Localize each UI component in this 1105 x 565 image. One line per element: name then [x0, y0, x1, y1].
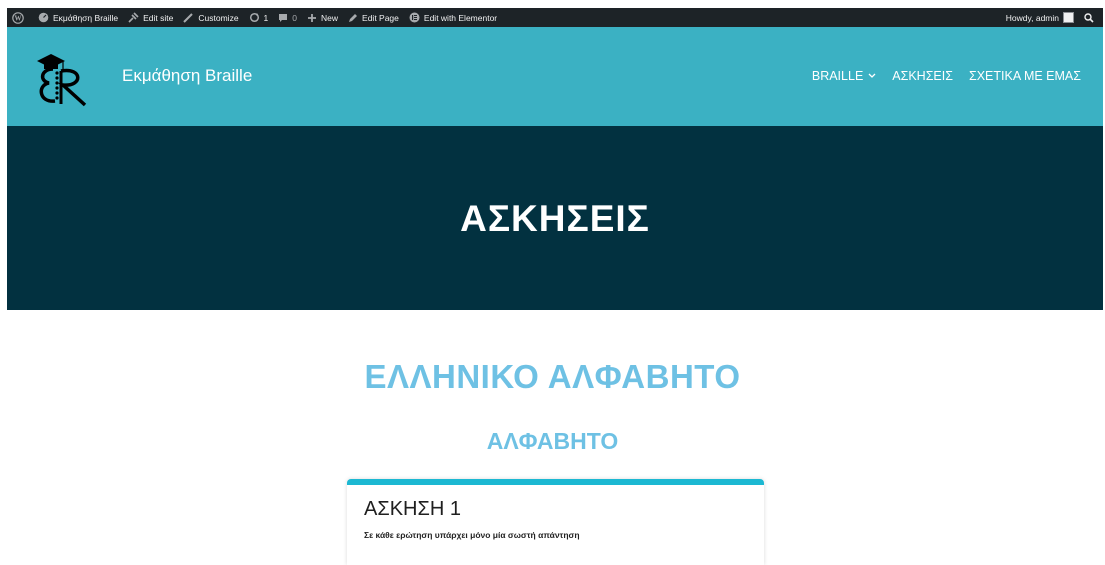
search-icon	[1084, 12, 1094, 23]
hero-banner: ΑΣΚΗΣΕΙΣ	[7, 126, 1103, 310]
updates-menu[interactable]: 1	[244, 8, 274, 27]
edit-site-icon	[128, 12, 139, 23]
nav-item-exercises[interactable]: ΑΣΚΗΣΕΙΣ	[892, 69, 953, 83]
new-label: New	[321, 12, 339, 23]
customize-label: Customize	[198, 12, 239, 23]
admin-bar: W Εκμάθηση Braille Edit site Customize 1…	[7, 8, 1103, 27]
site-header: Εκμάθηση Braille BRAILLE ΑΣΚΗΣΕΙΣ ΣΧΕΤΙΚ…	[7, 27, 1103, 126]
nav-item-about[interactable]: ΣΧΕΤΙΚΑ ΜΕ ΕΜΑΣ	[969, 69, 1081, 83]
howdy-label: Howdy, admin	[1005, 12, 1059, 23]
edit-site-menu[interactable]: Edit site	[123, 8, 178, 27]
chevron-down-icon	[868, 73, 876, 78]
nav-item-braille[interactable]: BRAILLE	[812, 69, 876, 83]
customize-icon	[183, 13, 194, 23]
site-name-menu[interactable]: Εκμάθηση Braille	[33, 8, 123, 27]
section-heading: ΕΛΛΗΝΙΚΟ ΑΛΦΑΒΗΤΟ	[364, 358, 741, 395]
quiz-card: ΑΣΚΗΣΗ 1 Σε κάθε ερώτηση υπάρχει μόνο μί…	[347, 479, 764, 565]
edit-page-label: Edit Page	[362, 12, 399, 23]
comments-count: 0	[292, 12, 298, 23]
site-title[interactable]: Εκμάθηση Braille	[122, 66, 252, 86]
elementor-menu[interactable]: Edit with Elementor	[404, 8, 502, 27]
admin-search[interactable]	[1079, 8, 1103, 27]
nav-exercises-label: ΑΣΚΗΣΕΙΣ	[892, 69, 953, 83]
edit-page-icon	[349, 13, 358, 22]
updates-count: 1	[263, 12, 269, 23]
page-title: ΑΣΚΗΣΕΙΣ	[460, 198, 650, 239]
dashboard-icon	[38, 12, 49, 23]
wordpress-icon: W	[12, 11, 24, 24]
main-nav: BRAILLE ΑΣΚΗΣΕΙΣ ΣΧΕΤΙΚΑ ΜΕ ΕΜΑΣ	[812, 69, 1081, 83]
admin-site-name: Εκμάθηση Braille	[53, 12, 119, 23]
elementor-label: Edit with Elementor	[423, 12, 498, 23]
svg-text:W: W	[15, 14, 22, 22]
quiz-title: ΑΣΚΗΣΗ 1	[364, 498, 461, 520]
edit-site-label: Edit site	[143, 12, 174, 23]
wordpress-menu[interactable]: W	[7, 8, 33, 27]
site-logo[interactable]	[33, 47, 103, 107]
quiz-instructions: Σε κάθε ερώτηση υπάρχει μόνο μία σωστή α…	[364, 530, 580, 540]
nav-braille-label: BRAILLE	[811, 69, 864, 83]
elementor-icon	[409, 12, 420, 23]
nav-about-label: ΣΧΕΤΙΚΑ ΜΕ ΕΜΑΣ	[968, 69, 1081, 83]
account-menu[interactable]: Howdy, admin	[1001, 8, 1079, 27]
customize-menu[interactable]: Customize	[178, 8, 243, 27]
updates-icon	[249, 12, 259, 23]
comments-menu[interactable]: 0	[273, 8, 302, 27]
comments-icon	[279, 13, 288, 22]
new-content-menu[interactable]: New	[302, 8, 343, 27]
avatar	[1063, 12, 1074, 23]
section-subheading: ΑΛΦΑΒΗΤΟ	[486, 428, 619, 454]
plus-icon	[308, 13, 317, 22]
edit-page-menu[interactable]: Edit Page	[343, 8, 404, 27]
